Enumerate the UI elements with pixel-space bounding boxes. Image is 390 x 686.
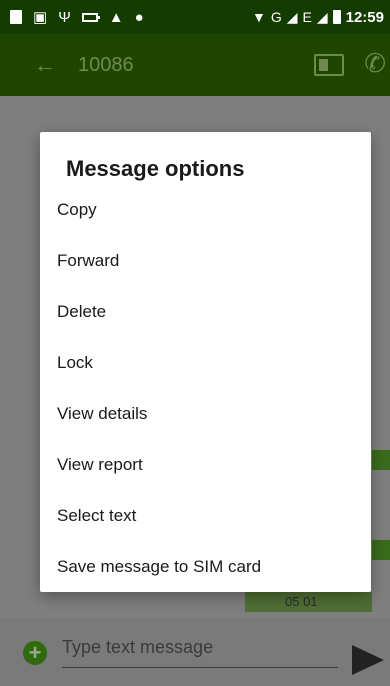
status-right-icons: ▼ G ◢ E ◢ 12:59 <box>252 9 384 26</box>
message-options-dialog: Message options Copy Forward Delete Lock… <box>40 132 371 592</box>
menu-item-view-details[interactable]: View details <box>40 389 371 439</box>
menu-item-copy[interactable]: Copy <box>40 185 371 235</box>
network-g-label: G <box>270 9 282 25</box>
back-arrow-icon[interactable]: ← <box>34 52 56 78</box>
phone-call-icon[interactable]: ✆ <box>364 48 386 79</box>
menu-item-lock[interactable]: Lock <box>40 338 371 388</box>
clock: 12:59 <box>345 8 384 26</box>
dialog-title: Message options <box>66 156 245 181</box>
message-bubble-peek-2 <box>372 540 390 560</box>
message-bubble-peek-1 <box>372 450 390 470</box>
menu-item-view-report[interactable]: View report <box>40 440 371 490</box>
battery-saver-icon <box>81 12 100 22</box>
battery-icon <box>332 10 341 24</box>
add-attachment-icon[interactable]: + <box>23 641 47 665</box>
menu-item-forward[interactable]: Forward <box>40 236 371 286</box>
status-left-icons: ▣ Ψ ▲ ● <box>10 10 144 25</box>
menu-item-select-text[interactable]: Select text <box>40 491 371 541</box>
contact-card-icon[interactable] <box>314 54 344 76</box>
menu-item-delete[interactable]: Delete <box>40 287 371 337</box>
compose-input[interactable]: Type text message <box>62 637 213 658</box>
conversation-title: 10086 <box>78 53 134 76</box>
warning-icon: ▲ <box>108 8 124 26</box>
sd-card-icon <box>10 10 22 24</box>
wifi-icon: ▼ <box>251 9 266 25</box>
signal-icon-2: ◢ <box>316 9 328 25</box>
message-bubble-label: 05 01 <box>285 594 318 609</box>
menu-item-save-to-sim[interactable]: Save message to SIM card <box>40 542 371 592</box>
android-debug-icon: ● <box>134 8 144 26</box>
app-bar: ← 10086 ✆ <box>0 34 390 96</box>
compose-input-underline <box>62 667 338 668</box>
network-e-label: E <box>302 9 312 25</box>
send-icon[interactable] <box>352 645 384 675</box>
image-icon: ▣ <box>33 8 48 26</box>
status-bar: ▣ Ψ ▲ ● ▼ G ◢ E ◢ 12:59 <box>0 0 390 34</box>
usb-icon: Ψ <box>58 8 71 26</box>
signal-icon: ◢ <box>286 9 298 25</box>
